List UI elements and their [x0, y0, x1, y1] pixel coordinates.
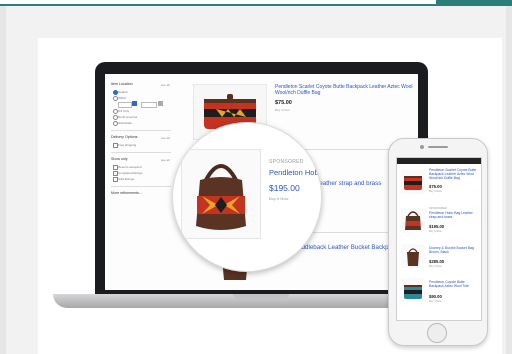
phone-listing-image[interactable]	[401, 170, 425, 194]
phone-speaker	[428, 146, 448, 148]
hobo-bag-image	[196, 164, 246, 230]
listing-title-partial[interactable]: leather strap and brass	[318, 180, 381, 187]
distance-input[interactable]	[118, 102, 132, 108]
phone-listing-format: Buy It Now	[429, 300, 442, 303]
location-option: Default	[118, 90, 128, 94]
phone-camera	[420, 145, 424, 149]
phone-listing-price: $285.00	[429, 259, 445, 264]
listing-price: $75.00	[275, 100, 292, 106]
location-option: Within	[118, 96, 127, 100]
see-all-link-delivery[interactable]: see all	[161, 136, 170, 140]
delivery-option: Free shipping	[118, 143, 137, 147]
backpack-image	[404, 176, 422, 190]
filter-sidebar: Item Location see all Default Within US …	[105, 74, 175, 290]
location-option: North America	[118, 115, 138, 119]
phone-listing-image[interactable]	[401, 208, 425, 232]
tote-image	[404, 285, 422, 299]
location-option: Worldwide	[118, 121, 132, 125]
phone-app-header	[397, 158, 481, 164]
hobo-bag-image	[405, 211, 421, 230]
sponsored-listing-title[interactable]: Pendleton Hobo B	[269, 168, 321, 177]
phone-listing-format: Buy It Now	[429, 265, 442, 268]
sidebar-divider	[111, 186, 171, 187]
zip-input[interactable]	[141, 102, 157, 108]
phone-listing-price: $90.00	[429, 294, 442, 299]
show-only-option: Completed listings	[118, 171, 143, 175]
top-accent-notch	[0, 0, 436, 4]
magnifier-lens: SPONSORED Pendleton Hobo B $195.00 Buy I…	[172, 122, 322, 272]
phone-listing-format: Buy It Now	[429, 190, 442, 193]
phone-sponsored-label: SPONSORED	[429, 206, 447, 210]
phone-screen: Pendleton Scarlet Coyote Butte Backpack …	[396, 157, 482, 321]
phone-listing-title[interactable]: Dooney & Bourke Bucket Bag Brown, Black	[429, 246, 479, 254]
phone-listing-title[interactable]: Pendleton Scarlet Coyote Butte Backpack …	[429, 168, 479, 181]
smartphone: Pendleton Scarlet Coyote Butte Backpack …	[388, 138, 488, 346]
sponsored-listing-image[interactable]	[181, 149, 261, 239]
zip-go-button[interactable]	[158, 101, 163, 106]
show-only-option: Sold listings	[118, 177, 135, 181]
listing-format: Buy It Now	[275, 108, 290, 112]
see-all-link-location[interactable]: see all	[161, 83, 170, 87]
phone-listing-image[interactable]	[401, 278, 425, 302]
phone-listing-image[interactable]	[401, 244, 425, 268]
distance-dropdown[interactable]	[132, 101, 137, 106]
laptop-base-lip	[233, 294, 289, 299]
phone-listing-format: Buy It Now	[429, 230, 442, 233]
phone-listing-price: $75.00	[429, 184, 442, 189]
sponsored-listing-format: Buy It Now	[269, 196, 289, 201]
phone-listing-title[interactable]: Pendleton Hobo Bag Leather strap and bra…	[429, 211, 479, 219]
see-all-link-show-only[interactable]: see all	[161, 158, 170, 162]
sponsored-label: SPONSORED	[269, 159, 304, 165]
phone-listing-price: $195.00	[429, 224, 445, 229]
show-only-option: Returns accepted	[118, 165, 142, 169]
phone-home-button[interactable]	[427, 323, 447, 343]
phone-listing-title[interactable]: Pendleton Coyote Butte Backpack Aztec Wo…	[429, 280, 479, 288]
filter-heading-location: Item Location	[111, 82, 133, 86]
filter-heading-show-only: Show only	[111, 157, 128, 161]
bucket-bag-image	[407, 248, 419, 266]
sidebar-divider	[111, 152, 171, 153]
filter-heading-delivery: Delivery Options	[111, 135, 138, 139]
sidebar-divider	[111, 130, 171, 131]
listing-title[interactable]: Pendleton Scarlet Coyote Butte Backpack …	[275, 84, 415, 96]
more-refinements-link[interactable]: More refinements...	[111, 191, 142, 195]
location-option: US Only	[118, 109, 130, 113]
sponsored-listing-price: $195.00	[269, 183, 300, 193]
